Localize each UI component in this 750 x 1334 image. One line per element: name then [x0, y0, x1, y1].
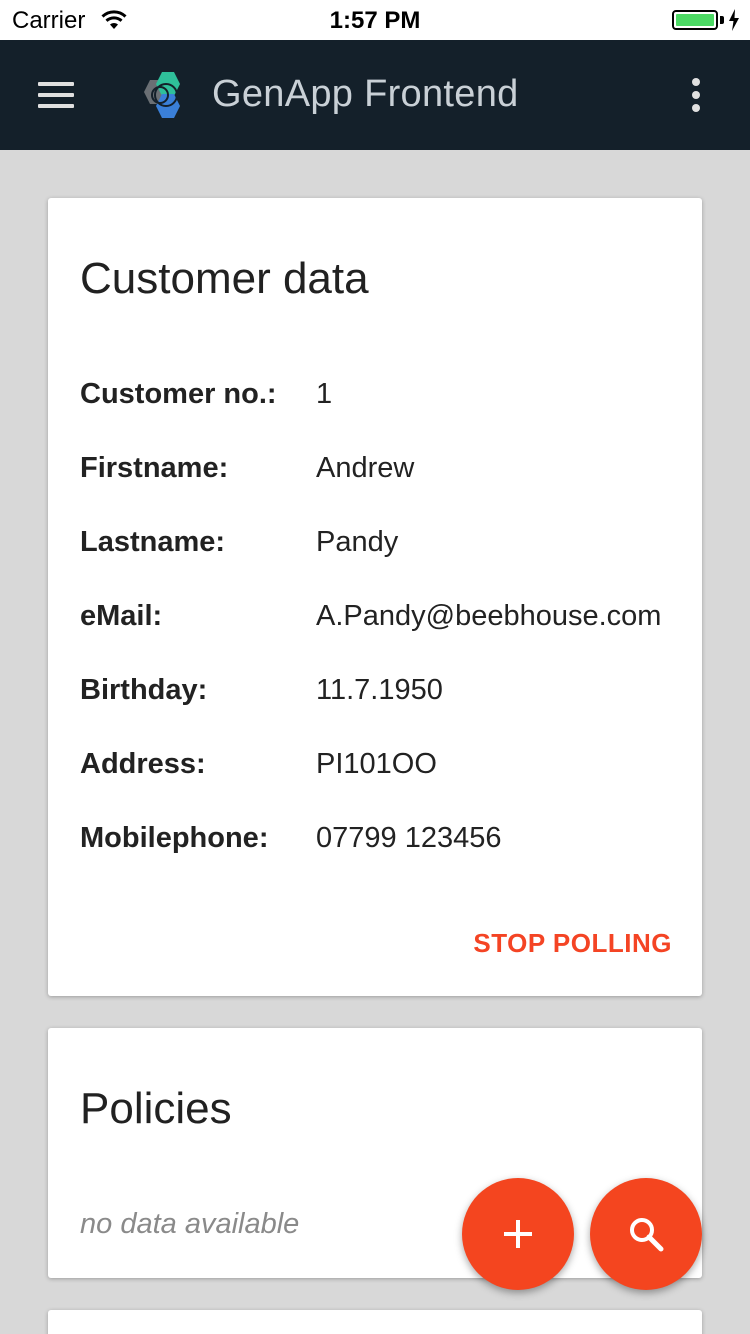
- clock: 1:57 PM: [329, 7, 421, 34]
- field-value: PI101OO: [316, 748, 437, 780]
- field-value: 07799 123456: [316, 822, 502, 854]
- hexagon-logo-icon: [144, 72, 180, 118]
- field-customer-no: Customer no.: 1: [80, 378, 720, 418]
- field-value: A.Pandy@beebhouse.com: [316, 600, 662, 632]
- charging-bolt-icon: [729, 9, 739, 31]
- field-value: Andrew: [316, 452, 415, 484]
- next-card: [48, 1310, 702, 1334]
- field-address: Address: PI101OO: [80, 748, 720, 788]
- battery-tip: [720, 16, 724, 24]
- search-button[interactable]: [590, 1178, 702, 1290]
- empty-state-text: no data available: [80, 1208, 300, 1240]
- plus-icon: [504, 1220, 532, 1248]
- field-label: Mobilephone:: [80, 822, 269, 854]
- add-button[interactable]: [462, 1178, 574, 1290]
- status-bar: Carrier 1:57 PM: [0, 0, 750, 40]
- field-label: Firstname:: [80, 452, 229, 484]
- field-label: Customer no.:: [80, 378, 277, 410]
- field-label: eMail:: [80, 600, 163, 632]
- field-value: 1: [316, 378, 333, 410]
- search-icon: [630, 1218, 664, 1252]
- field-birthday: Birthday: 11.7.1950: [80, 674, 720, 714]
- card-title: Customer data: [80, 254, 369, 303]
- field-email: eMail: A.Pandy@beebhouse.com: [80, 600, 720, 640]
- field-firstname: Firstname: Andrew: [80, 452, 720, 492]
- field-label: Lastname:: [80, 526, 226, 558]
- field-label: Address:: [80, 748, 206, 780]
- field-value: 11.7.1950: [316, 674, 443, 706]
- card-title: Policies: [80, 1084, 232, 1133]
- battery-icon: [672, 10, 718, 30]
- vertical-dots-icon[interactable]: [690, 78, 702, 112]
- field-mobilephone: Mobilephone: 07799 123456: [80, 822, 720, 862]
- app-title: GenApp Frontend: [212, 73, 519, 115]
- app-bar: GenApp Frontend: [0, 40, 750, 150]
- field-label: Birthday:: [80, 674, 208, 706]
- field-value: Pandy: [316, 526, 399, 558]
- field-lastname: Lastname: Pandy: [80, 526, 720, 566]
- hamburger-menu-icon[interactable]: [38, 82, 74, 108]
- customer-data-card: Customer data Customer no.: 1 Firstname:…: [48, 198, 702, 996]
- stop-polling-button[interactable]: STOP POLLING: [473, 928, 672, 959]
